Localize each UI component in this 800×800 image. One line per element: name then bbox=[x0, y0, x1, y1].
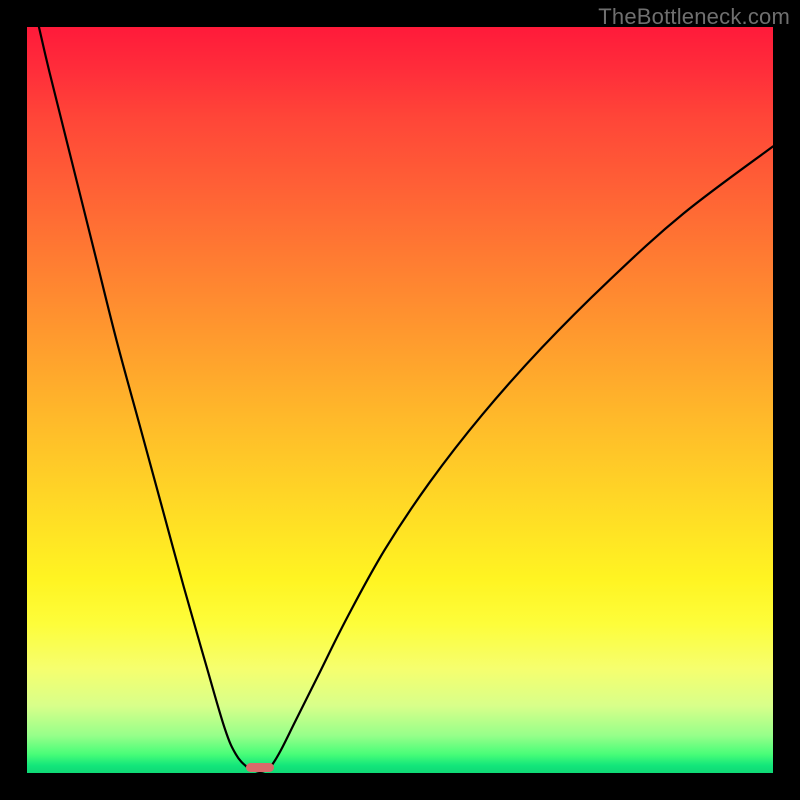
curve-path bbox=[39, 27, 773, 772]
min-marker bbox=[246, 763, 274, 772]
plot-area bbox=[27, 27, 773, 773]
curve-svg bbox=[27, 27, 773, 773]
chart-frame: TheBottleneck.com bbox=[0, 0, 800, 800]
